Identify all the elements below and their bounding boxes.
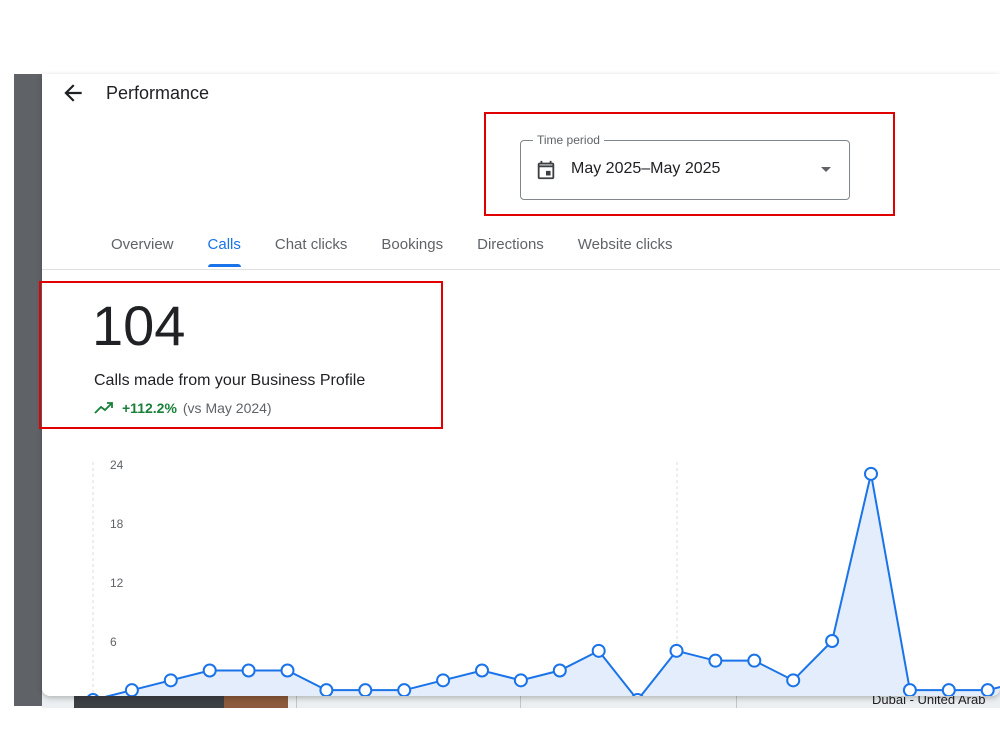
chart-data-point (825, 634, 840, 648)
chart-data-point (708, 653, 723, 668)
calls-chart: 24 18 12 6 (87, 458, 1000, 696)
chart-data-point (591, 643, 606, 658)
chart-data-point (864, 466, 878, 481)
chart-data-point (124, 683, 139, 696)
chart-data-point (280, 663, 295, 678)
chart-data-point (552, 663, 567, 678)
chart-data-point (941, 683, 956, 696)
chart-data-point (513, 673, 528, 688)
performance-dialog: Performance Time period May 2025–May 202… (42, 74, 1000, 696)
chart-data-point (397, 683, 412, 696)
chart-data-point (747, 653, 762, 668)
chart-data-point (786, 673, 801, 688)
chart-y-tick-label: 24 (110, 458, 124, 472)
chart-data-point (980, 683, 995, 696)
chart-data-point (475, 663, 489, 678)
chart-data-point (87, 693, 99, 696)
chart-data-point (669, 643, 684, 658)
chart-data-point (241, 663, 256, 678)
chart-data-point (358, 683, 373, 696)
chart-y-tick-label: 12 (110, 576, 124, 590)
page-background-strip (14, 74, 42, 706)
chart-data-point (163, 673, 178, 688)
chart-data-point (202, 663, 217, 678)
chart-y-tick-label: 6 (110, 635, 117, 649)
chart-data-point (319, 683, 334, 696)
chart-y-tick-label: 18 (110, 517, 124, 531)
chart-data-point (436, 673, 451, 688)
chart-data-point (902, 683, 917, 696)
